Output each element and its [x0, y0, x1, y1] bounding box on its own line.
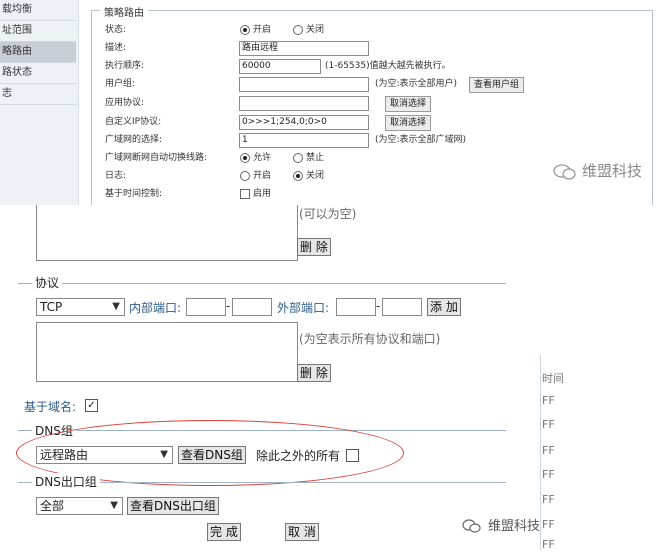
right-strip-cell: FF [542, 518, 555, 531]
order-hint: (1-65535)值越大越先被执行。 [325, 61, 451, 71]
sidebar-item-line-status[interactable]: 路状态 [0, 63, 76, 84]
custom-ip-label: 自定义IP协议: [105, 117, 162, 127]
right-strip-cell: FF [542, 538, 555, 551]
app-protocol-input[interactable] [239, 96, 369, 111]
wan-select-label: 广域网的选择: [105, 135, 163, 145]
log-off-radio[interactable]: 关闭 [293, 168, 324, 184]
watermark-bottom: 维盟科技 [488, 519, 541, 534]
radio-icon [240, 152, 250, 163]
order-input[interactable]: 60000 [239, 59, 321, 74]
user-group-input[interactable] [239, 77, 369, 92]
order-label: 执行顺序: [105, 61, 145, 71]
status-off-radio[interactable]: 关闭 [293, 22, 324, 38]
cancel-custom-ip-button[interactable]: 取消选择 [385, 115, 432, 131]
custom-ip-input[interactable]: 0>>>1;254,0;0>0 [239, 115, 369, 130]
auto-switch-allow-radio[interactable]: 允许 [240, 150, 271, 166]
auto-switch-deny-radio[interactable]: 禁止 [293, 150, 324, 166]
right-strip-cell: FF [542, 444, 555, 457]
domain-checkbox[interactable]: ✓ [85, 399, 98, 412]
protocol-title: 协议 [32, 274, 63, 291]
domain-label: 基于域名: [24, 400, 77, 414]
protocol-listbox[interactable] [36, 322, 298, 382]
chevron-down-icon: ▼ [110, 500, 118, 511]
right-strip-cell: FF [542, 468, 555, 481]
wan-select-hint: (为空:表示全部广域网) [375, 135, 467, 145]
inner-port-label: 内部端口: [129, 301, 182, 315]
delete-button[interactable]: 删 除 [297, 238, 331, 256]
right-strip-cell: FF [542, 394, 555, 407]
right-strip-cell: FF [542, 418, 555, 431]
wechat-icon [553, 163, 577, 181]
right-strip-cell: FF [542, 493, 555, 506]
checkbox-icon [240, 188, 250, 199]
watermark-top: 维盟科技 [582, 162, 643, 180]
sidebar-item-load-balance[interactable]: 载均衡 [0, 0, 76, 21]
wechat-icon [462, 518, 482, 533]
sidebar-item-strategy-route[interactable]: 略路由 [0, 42, 76, 63]
outer-port-start-input[interactable] [336, 298, 376, 316]
outer-port-end-input[interactable] [382, 298, 422, 316]
sidebar-item-label: 址范围 [2, 25, 32, 36]
app-protocol-label: 应用协议: [105, 98, 145, 108]
log-label: 日志: [105, 171, 127, 181]
cancel-button[interactable]: 取 消 [285, 523, 319, 541]
sidebar-item-log[interactable]: 志 [0, 84, 76, 105]
user-group-label: 用户组: [105, 79, 136, 89]
radio-icon [293, 170, 303, 181]
protocol-divider [18, 283, 506, 284]
chevron-down-icon: ▼ [112, 301, 120, 312]
inner-port-start-input[interactable] [186, 298, 226, 316]
status-on-radio[interactable]: 开启 [240, 22, 271, 38]
wan-select-input[interactable]: 1 [239, 133, 369, 148]
radio-icon [293, 24, 303, 35]
right-strip-header: 时间 [542, 372, 564, 385]
view-user-group-button[interactable]: 查看用户组 [469, 77, 525, 93]
description-input[interactable]: 路由远程 [239, 41, 369, 56]
user-group-hint: (为空:表示全部用户) [375, 79, 458, 89]
radio-icon [240, 24, 250, 35]
protocol-note: (为空表示所有协议和端口) [299, 332, 441, 346]
protocol-select[interactable]: TCP ▼ [36, 298, 125, 316]
inner-port-end-input[interactable] [232, 298, 272, 316]
delete-protocol-button[interactable]: 删 除 [297, 364, 331, 382]
add-port-button[interactable]: 添 加 [427, 298, 461, 316]
sidebar-item-label: 志 [2, 88, 12, 99]
cancel-app-protocol-button[interactable]: 取消选择 [385, 96, 432, 112]
finish-button[interactable]: 完 成 [207, 523, 241, 541]
sidebar-item-label: 路状态 [2, 67, 32, 78]
sidebar-item-label: 略路由 [2, 46, 32, 57]
sidebar-item-label: 载均衡 [2, 4, 32, 15]
strategy-legend: 策略路由 [100, 4, 148, 19]
empty-allowed-note: (可以为空) [299, 207, 357, 221]
strategy-route-panel: 载均衡 址范围 略路由 路状态 志 策略路由 状态: 开启 关闭 描述: 路由远… [0, 0, 658, 207]
description-label: 描述: [105, 43, 127, 53]
auto-switch-label: 广域网断网自动切换线路: [105, 153, 208, 163]
time-control-label: 基于时间控制: [105, 189, 163, 199]
time-control-checkbox[interactable]: 启用 [240, 186, 271, 202]
radio-icon [240, 170, 250, 181]
radio-icon [293, 152, 303, 163]
dns-out-title: DNS出口组 [32, 473, 100, 490]
view-dns-out-button[interactable]: 查看DNS出口组 [127, 497, 219, 515]
user-listbox[interactable] [36, 205, 298, 261]
outer-port-label: 外部端口: [277, 301, 330, 315]
dns-out-select[interactable]: 全部 ▼ [36, 497, 123, 515]
status-label: 状态: [105, 25, 127, 35]
log-on-radio[interactable]: 开启 [240, 168, 271, 184]
sidebar-item-address-range[interactable]: 址范围 [0, 21, 76, 42]
sidebar: 载均衡 址范围 略路由 路状态 志 [0, 0, 79, 205]
